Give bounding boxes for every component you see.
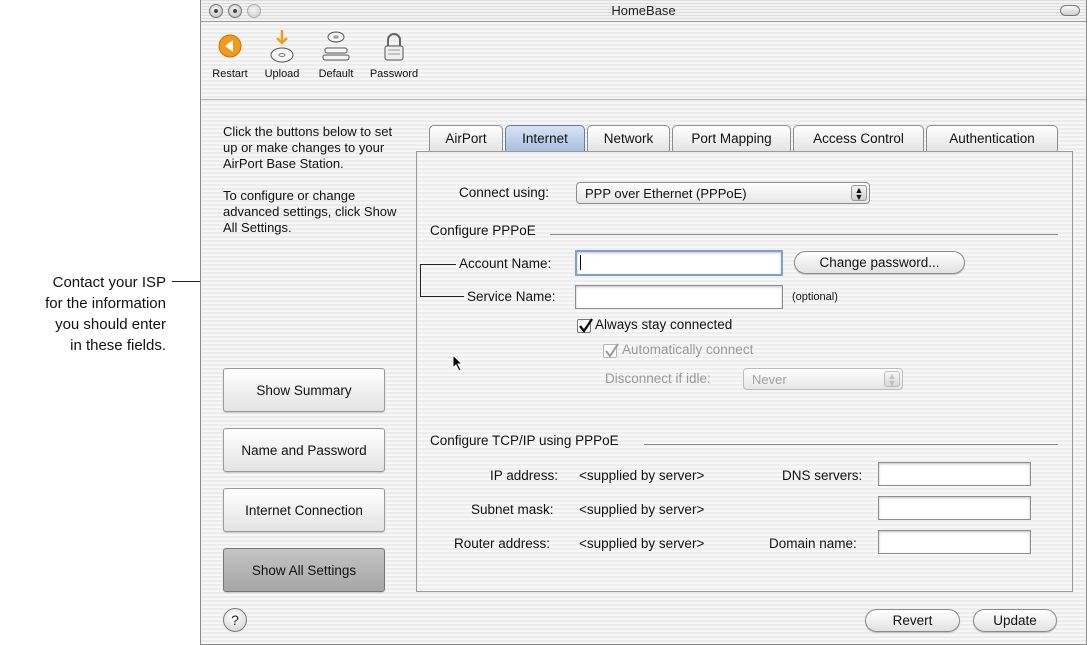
show-all-settings-button[interactable]: Show All Settings	[223, 548, 385, 592]
disconnect-idle-popup[interactable]: Never ▲ ▼	[743, 368, 903, 390]
tcpip-group-divider	[644, 444, 1058, 445]
tcpip-group-title: Configure TCP/IP using PPPoE	[430, 433, 619, 448]
text-caret	[580, 255, 581, 270]
callout-line-2: for the information	[45, 295, 166, 312]
callout-text: Contact your ISP for the information you…	[0, 272, 166, 356]
service-name-field[interactable]	[575, 285, 783, 309]
toolbar: Restart Upload Default Password	[201, 22, 1086, 100]
ip-address-label: IP address:	[490, 468, 559, 483]
dns-server-secondary-field[interactable]	[878, 496, 1031, 520]
help-button[interactable]: ?	[223, 608, 247, 632]
restart-label: Restart	[212, 68, 248, 80]
title-bar[interactable]: HomeBase	[201, 0, 1086, 22]
mouse-pointer-icon	[452, 354, 464, 372]
password-lock-icon	[384, 33, 404, 61]
password-label: Password	[369, 68, 419, 80]
callout-line-4: in these fields.	[70, 337, 166, 354]
connect-using-popup[interactable]: PPP over Ethernet (PPPoE) ▲ ▼	[576, 182, 870, 204]
account-name-label: Account Name:	[459, 256, 552, 271]
pppoe-group-divider	[550, 234, 1058, 235]
homebase-window: HomeBase Restart Upload Default Password…	[200, 0, 1087, 645]
domain-name-label: Domain name:	[769, 536, 857, 551]
upload-tool-button[interactable]: Upload	[257, 28, 307, 80]
default-label: Default	[318, 68, 354, 80]
internet-connection-button[interactable]: Internet Connection	[223, 488, 385, 532]
restart-icon	[218, 34, 242, 58]
checkmark-icon	[605, 343, 619, 358]
subnet-mask-label: Subnet mask:	[471, 502, 554, 517]
internet-settings-panel: Connect using: PPP over Ethernet (PPPoE)…	[416, 151, 1073, 592]
dns-server-primary-field[interactable]	[878, 462, 1031, 486]
show-summary-button[interactable]: Show Summary	[223, 368, 385, 412]
tab-access-control[interactable]: Access Control	[793, 125, 924, 152]
router-address-label: Router address:	[454, 536, 551, 551]
callout-line-3: you should enter	[55, 316, 166, 333]
subnet-mask-value: <supplied by server>	[579, 502, 705, 517]
auto-connect-label[interactable]: Automatically connect	[622, 342, 753, 357]
popup-arrows-icon: ▲ ▼	[851, 185, 867, 202]
auto-connect-checkbox[interactable]	[603, 343, 619, 358]
default-tool-button[interactable]: Default	[311, 28, 361, 80]
dns-servers-label: DNS servers:	[782, 468, 863, 483]
intro-paragraph-1: Click the buttons below to set up or mak…	[223, 124, 393, 171]
checkmark-icon	[579, 318, 593, 334]
upload-label: Upload	[264, 68, 300, 80]
tab-network[interactable]: Network	[587, 125, 670, 152]
tab-authentication[interactable]: Authentication	[926, 125, 1058, 152]
domain-name-field[interactable]	[878, 530, 1031, 554]
intro-paragraph-2: To configure or change advanced settings…	[223, 188, 397, 235]
upload-icon	[270, 30, 294, 63]
ip-address-value: <supplied by server>	[579, 468, 705, 483]
service-name-label: Service Name:	[467, 289, 556, 304]
optional-hint: (optional)	[792, 291, 838, 303]
pppoe-group-title: Configure PPPoE	[430, 223, 536, 238]
toolbar-toggle-button[interactable]	[1060, 5, 1080, 16]
connect-using-value: PPP over Ethernet (PPPoE)	[585, 185, 747, 201]
update-button[interactable]: Update	[973, 609, 1057, 632]
always-connected-checkbox[interactable]	[577, 318, 593, 334]
tab-airport[interactable]: AirPort	[429, 125, 503, 152]
always-connected-label[interactable]: Always stay connected	[595, 317, 732, 332]
name-and-password-button[interactable]: Name and Password	[223, 428, 385, 472]
disconnect-idle-value: Never	[752, 371, 787, 387]
connect-using-label: Connect using:	[459, 185, 550, 200]
callout-bracket-top	[420, 264, 456, 265]
password-tool-button[interactable]: Password	[363, 28, 425, 80]
default-icon	[322, 31, 350, 61]
account-name-field[interactable]	[575, 250, 783, 276]
revert-button[interactable]: Revert	[865, 609, 960, 632]
popup-arrows-icon: ▲ ▼	[884, 371, 900, 388]
sidebar-intro: Click the buttons below to set up or mak…	[223, 124, 408, 252]
restart-tool-button[interactable]: Restart	[207, 28, 253, 80]
change-password-button[interactable]: Change password...	[794, 251, 965, 274]
tab-internet[interactable]: Internet	[505, 125, 585, 152]
window-title: HomeBase	[611, 3, 676, 18]
callout-bracket-vertical	[420, 264, 421, 296]
callout-line-1: Contact your ISP	[52, 274, 166, 291]
callout-bracket-bottom	[420, 296, 464, 297]
tab-port-mapping[interactable]: Port Mapping	[672, 125, 791, 152]
disconnect-idle-label: Disconnect if idle:	[605, 371, 711, 386]
router-address-value: <supplied by server>	[579, 536, 705, 551]
